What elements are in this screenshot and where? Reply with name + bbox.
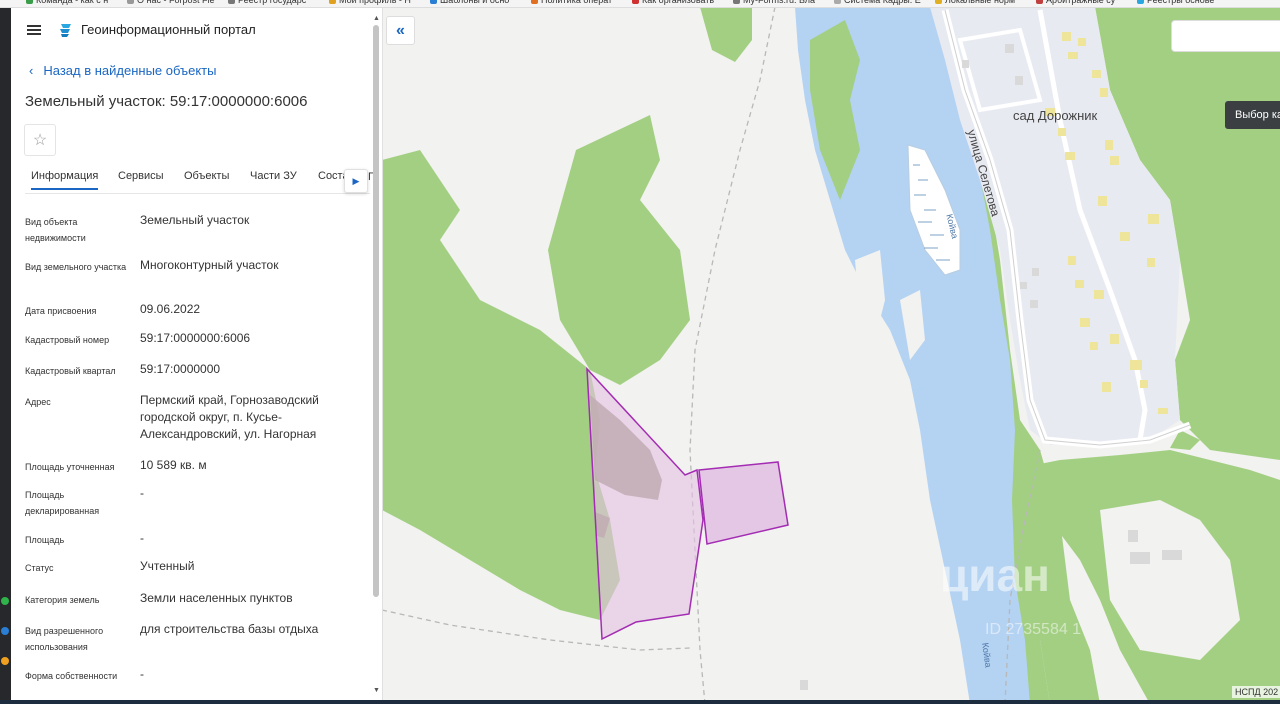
- chevron-right-icon: ▶: [352, 175, 360, 186]
- info-label: Вид земельного участка: [25, 262, 127, 272]
- info-value: Пермский край, Горнозаводский городской …: [140, 393, 319, 441]
- portal-title: Геоинформационный портал: [81, 22, 256, 37]
- bookmark-label: Реестры основе: [1147, 0, 1215, 5]
- star-icon: ☆: [32, 132, 48, 149]
- menu-icon[interactable]: [27, 25, 41, 35]
- info-value: Многоконтурный участок: [140, 258, 279, 272]
- info-panel: Геоинформационный портал ‹ Назад в найден…: [11, 7, 383, 704]
- bookmark-item[interactable]: Реестр государс: [228, 0, 306, 5]
- bookmark-item[interactable]: Система Кадры. Е: [834, 0, 921, 5]
- bookmark-favicon-icon: [531, 0, 538, 5]
- map-tooltip: Выбор ка: [1225, 101, 1280, 129]
- bookmark-favicon-icon: [26, 0, 33, 5]
- bookmark-item[interactable]: Команда - как с н: [26, 0, 108, 5]
- info-value: 59:17:0000000:6006: [140, 331, 251, 345]
- info-label: Вид разрешенного использования: [25, 626, 104, 652]
- app-icon[interactable]: [1, 597, 9, 605]
- bookmark-label: My-Forms.ru. Бла: [743, 0, 816, 5]
- bookmark-favicon-icon: [228, 0, 235, 5]
- bookmark-favicon-icon: [127, 0, 134, 5]
- object-title: Земельный участок: 59:17:0000000:6006: [25, 93, 308, 110]
- info-label: Вид объекта недвижимости: [25, 217, 86, 243]
- scroll-up-arrow[interactable]: ▲: [373, 15, 380, 22]
- bookmark-label: Реестр государс: [238, 0, 307, 5]
- bookmark-label: Шаблоны и осно: [440, 0, 510, 5]
- bookmark-favicon-icon: [329, 0, 336, 5]
- bookmark-item[interactable]: Реестры основе: [1137, 0, 1214, 5]
- app-icon[interactable]: [1, 627, 9, 635]
- bookmark-item[interactable]: My-Forms.ru. Бла: [733, 0, 815, 5]
- bookmark-favicon-icon: [430, 0, 437, 5]
- app-icon[interactable]: [1, 657, 9, 665]
- info-value: 10 589 кв. м: [140, 458, 207, 472]
- bookmark-favicon-icon: [1036, 0, 1043, 5]
- map-layer: [382, 7, 1280, 704]
- info-value: -: [140, 486, 144, 500]
- info-label: Кадастровый квартал: [25, 366, 116, 376]
- info-value: Учтенный: [140, 559, 195, 573]
- favorite-button[interactable]: ☆: [24, 124, 56, 156]
- bookmark-item[interactable]: Мой профиль - Н: [329, 0, 411, 5]
- bookmarks-bar: Команда - как с н О нас - Forpost Fie Реес…: [0, 0, 1280, 8]
- map-canvas[interactable]: [382, 7, 1280, 704]
- info-value: 09.06.2022: [140, 302, 201, 316]
- info-label: Дата присвоения: [25, 306, 97, 316]
- bookmark-favicon-icon: [935, 0, 942, 5]
- info-label: Площадь уточненная: [25, 462, 115, 472]
- portal-logo-icon: [60, 24, 71, 37]
- bookmark-label: Локальные норм: [945, 0, 1016, 5]
- chevron-left-icon: ‹: [29, 63, 34, 78]
- info-label: Площадь декларированная: [25, 490, 100, 516]
- map-attribution: НСПД 202: [1232, 686, 1280, 698]
- info-label: Кадастровый номер: [25, 335, 110, 345]
- tab-services[interactable]: Сервисы: [118, 170, 164, 182]
- back-link[interactable]: ‹ Назад в найденные объекты: [29, 63, 216, 78]
- map-search-input[interactable]: [1171, 20, 1280, 52]
- watermark-id: ID 2735584 1: [985, 621, 1082, 638]
- back-link-label: Назад в найденные объекты: [43, 63, 217, 78]
- bookmark-label: Команда - как с н: [36, 0, 109, 5]
- collapse-double-chevron-icon: «: [396, 21, 405, 39]
- info-value: Земли населенных пунктов: [140, 591, 293, 605]
- os-taskbar: [0, 700, 1280, 704]
- tab-bar: Информация Сервисы Объекты Части ЗУ Сост…: [25, 165, 370, 194]
- scroll-down-arrow[interactable]: ▼: [373, 687, 380, 694]
- tab-information[interactable]: Информация: [31, 170, 99, 190]
- watermark: циан: [940, 549, 1050, 601]
- bookmark-label: Система Кадры. Е: [844, 0, 921, 5]
- info-label: Форма собственности: [25, 671, 118, 681]
- tabs-scroll-right-button[interactable]: ▶: [344, 169, 368, 193]
- bookmark-label: Политика операт: [541, 0, 613, 5]
- bookmark-favicon-icon: [834, 0, 841, 5]
- info-value: -: [140, 667, 144, 681]
- bookmark-favicon-icon: [733, 0, 740, 5]
- bookmark-item[interactable]: Как организовать: [632, 0, 714, 5]
- info-value: -: [140, 531, 144, 545]
- panel-scrollbar[interactable]: [373, 25, 379, 597]
- bookmark-label: О нас - Forpost Fie: [137, 0, 215, 5]
- bookmark-label: Как организовать: [642, 0, 715, 5]
- collapse-panel-button[interactable]: «: [386, 16, 415, 45]
- info-value: 59:17:0000000: [140, 362, 221, 376]
- bookmark-item[interactable]: Арбитражные су: [1036, 0, 1115, 5]
- info-value: для строительства базы отдыха: [140, 622, 319, 636]
- tab-parcel-parts[interactable]: Части ЗУ: [250, 170, 297, 182]
- bookmark-item[interactable]: Шаблоны и осно: [430, 0, 509, 5]
- bookmark-item[interactable]: О нас - Forpost Fie: [127, 0, 215, 5]
- info-label: Статус: [25, 563, 54, 573]
- tab-objects[interactable]: Объекты: [184, 170, 229, 182]
- bookmark-label: Арбитражные су: [1046, 0, 1116, 5]
- info-label: Адрес: [25, 397, 51, 407]
- os-edge-bar: [0, 7, 11, 704]
- bookmark-favicon-icon: [632, 0, 639, 5]
- bookmark-label: Мой профиль - Н: [339, 0, 411, 5]
- info-value: Земельный участок: [140, 213, 250, 227]
- bookmark-item[interactable]: Политика операт: [531, 0, 612, 5]
- info-label: Категория земель: [25, 595, 100, 605]
- bookmark-favicon-icon: [1137, 0, 1144, 5]
- bookmark-item[interactable]: Локальные норм: [935, 0, 1015, 5]
- place-label: сад Дорожник: [1013, 108, 1098, 123]
- info-label: Площадь: [25, 535, 65, 545]
